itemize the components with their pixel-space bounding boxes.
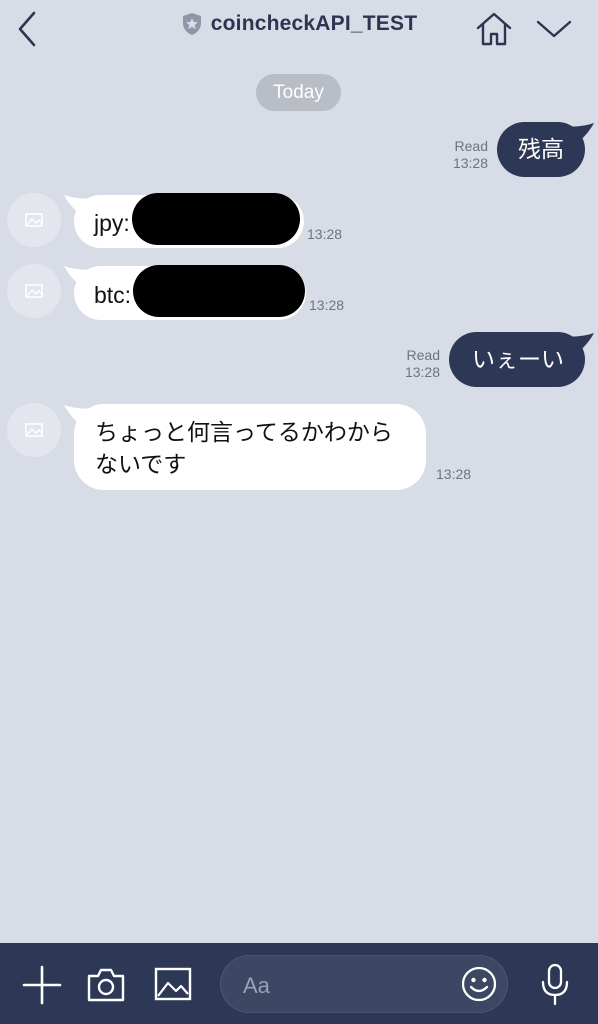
message-input-box[interactable] bbox=[220, 955, 508, 1013]
chevron-down-icon bbox=[536, 20, 572, 38]
message-input[interactable] bbox=[241, 970, 445, 1002]
message-time: 13:28 bbox=[436, 466, 472, 482]
message-text: btc: bbox=[94, 282, 132, 309]
chat-title-text: coincheckAPI_TEST bbox=[210, 12, 418, 35]
message-meta: Read 13:28 bbox=[384, 347, 440, 381]
plus-icon bbox=[22, 965, 62, 1005]
chat-title[interactable]: coincheckAPI_TEST bbox=[181, 12, 417, 36]
gallery-button[interactable] bbox=[154, 967, 192, 1001]
message-bubble-incoming[interactable]: jpy: bbox=[74, 193, 304, 248]
message-meta: Read 13:28 bbox=[432, 138, 488, 172]
read-status: Read bbox=[406, 347, 440, 363]
message-text-line: ないです bbox=[95, 451, 187, 477]
microphone-icon bbox=[541, 963, 569, 1006]
message-time: 13:28 bbox=[307, 226, 343, 242]
message-text: jpy: bbox=[94, 210, 130, 237]
voice-button[interactable] bbox=[540, 963, 570, 1007]
message-bubble-incoming[interactable]: ちょっと何言ってるかわから ないです bbox=[74, 404, 426, 490]
redaction-mark bbox=[133, 265, 306, 317]
chat-header: coincheckAPI_TEST bbox=[0, 0, 598, 58]
home-button[interactable] bbox=[474, 11, 514, 47]
message-bubble-incoming[interactable]: btc: bbox=[74, 265, 306, 320]
message-bubble-outgoing[interactable]: 残高 bbox=[497, 122, 585, 177]
plus-button[interactable] bbox=[22, 965, 62, 1005]
image-icon bbox=[154, 967, 192, 1001]
emoji-icon bbox=[461, 966, 497, 1002]
message-bubble-outgoing[interactable]: いぇーい bbox=[449, 332, 585, 387]
redaction-mark bbox=[131, 193, 300, 245]
shield-star-icon bbox=[182, 13, 201, 35]
message-time: 13:28 bbox=[452, 155, 488, 171]
read-status: Read bbox=[454, 138, 488, 154]
home-icon bbox=[476, 12, 512, 46]
avatar[interactable] bbox=[7, 193, 61, 247]
date-divider: Today bbox=[256, 74, 341, 111]
composer-bar bbox=[0, 943, 598, 1024]
avatar[interactable] bbox=[7, 264, 61, 318]
message-time: 13:28 bbox=[309, 297, 345, 313]
camera-icon bbox=[87, 968, 125, 1002]
avatar-placeholder-icon bbox=[25, 213, 43, 227]
menu-dropdown-button[interactable] bbox=[534, 14, 574, 44]
message-time: 13:28 bbox=[404, 364, 440, 380]
avatar[interactable] bbox=[7, 403, 61, 457]
camera-button[interactable] bbox=[86, 967, 126, 1003]
message-text-line: ちょっと何言ってるかわから bbox=[95, 419, 393, 445]
avatar-placeholder-icon bbox=[25, 284, 43, 298]
avatar-placeholder-icon bbox=[25, 423, 43, 437]
emoji-button[interactable] bbox=[461, 966, 497, 1002]
